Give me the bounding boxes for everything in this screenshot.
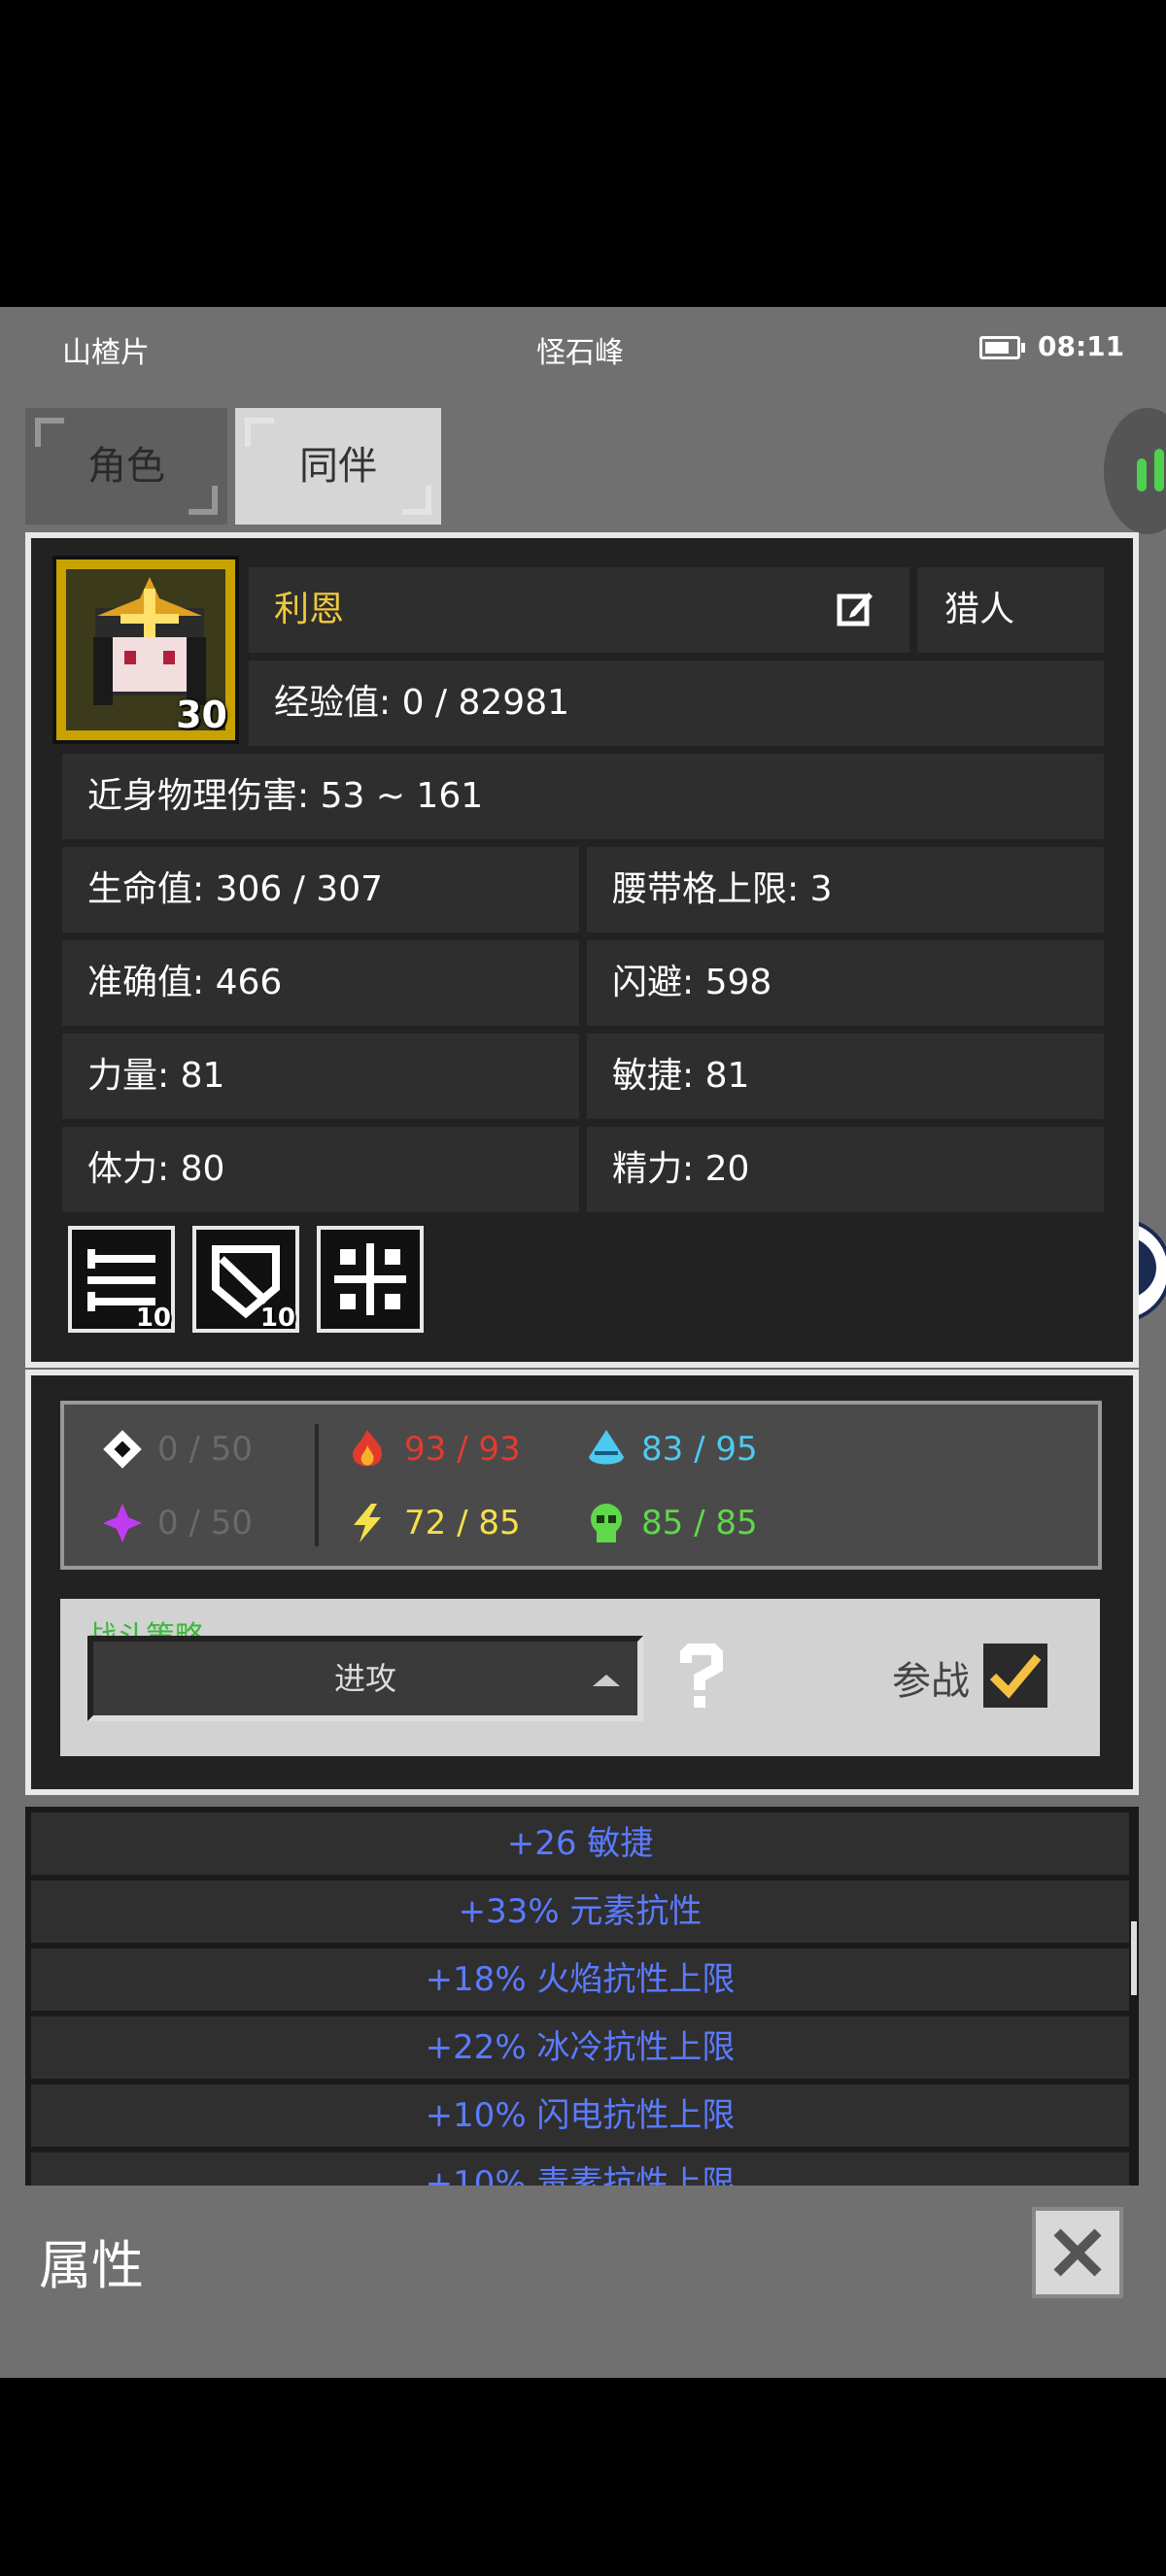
stat-hp-text: 生命值: 306 / 307 [87, 869, 384, 909]
lightning-resist-value: 72 / 85 [404, 1504, 521, 1542]
status-bar: 山楂片 怪石峰 08:11 [0, 307, 1166, 385]
strategy-selected-value: 进攻 [333, 1660, 396, 1697]
stat-strength: 力量: 81 [62, 1034, 579, 1119]
fire-resist-icon [353, 1430, 382, 1467]
skill-slot-1[interactable]: 10 [68, 1226, 175, 1333]
lightning-resist-icon [354, 1504, 381, 1542]
list-scrollbar[interactable] [1131, 1921, 1137, 1995]
close-icon [1053, 2228, 1102, 2277]
experience-text: 经验值: 0 / 82981 [274, 683, 570, 723]
list-item: +26 敏捷 [31, 1813, 1129, 1875]
list-item: +33% 元素抗性 [31, 1881, 1129, 1943]
stat-energy: 精力: 20 [587, 1127, 1104, 1212]
list-item: +18% 火焰抗性上限 [31, 1949, 1129, 2011]
stat-dodge: 闪避: 598 [587, 940, 1104, 1026]
join-battle-checkbox[interactable] [983, 1644, 1047, 1708]
skill-slot-3[interactable] [317, 1226, 424, 1333]
list-item: +22% 冰冷抗性上限 [31, 2017, 1129, 2079]
poison-resist-value: 85 / 85 [641, 1504, 758, 1542]
skill-1-level: 10 [135, 1304, 171, 1333]
stat-dodge-text: 闪避: 598 [612, 963, 772, 1002]
cold-resist-icon [589, 1430, 624, 1465]
stat-agility: 敏捷: 81 [587, 1034, 1104, 1119]
app-name: 山楂片 [62, 336, 150, 370]
stat-strength-text: 力量: 81 [87, 1056, 225, 1096]
arcane-resist-icon [103, 1504, 142, 1542]
list-item: +10% 毒素抗性上限 [31, 2152, 1129, 2186]
page-title: 属性 [39, 2235, 144, 2296]
join-battle-label: 参战 [892, 1659, 970, 1704]
companion-portrait[interactable]: 30 [52, 556, 239, 744]
bonus-list[interactable]: +26 敏捷 +33% 元素抗性 +18% 火焰抗性上限 +22% 冰冷抗性上限… [25, 1807, 1139, 2186]
damage-field: 近身物理伤害: 53 ~ 161 [62, 754, 1104, 839]
companion-level: 30 [176, 694, 227, 736]
clock: 08:11 [1038, 330, 1125, 362]
close-button[interactable] [1032, 2207, 1123, 2298]
edit-icon[interactable] [836, 589, 874, 627]
help-icon[interactable] [672, 1642, 731, 1712]
skill-2-level: 10 [259, 1304, 295, 1333]
companion-class-field: 猎人 [917, 567, 1104, 653]
checkmark-icon [989, 1654, 1042, 1699]
damage-text: 近身物理伤害: 53 ~ 161 [87, 776, 484, 816]
scatter-skill-icon [334, 1243, 406, 1315]
stat-stamina-text: 体力: 80 [87, 1149, 225, 1189]
experience-field: 经验值: 0 / 82981 [249, 661, 1104, 746]
poison-resist-icon [591, 1504, 622, 1542]
battle-strategy-box: 战斗策略 进攻 参战 [60, 1599, 1100, 1756]
list-item: +10% 闪电抗性上限 [31, 2085, 1129, 2147]
stat-belt-text: 腰带格上限: 3 [612, 869, 833, 909]
fire-resist-value: 93 / 93 [404, 1430, 521, 1469]
stat-stamina: 体力: 80 [62, 1127, 579, 1212]
voice-bars-icon [1137, 458, 1147, 491]
tab-companion-label: 同伴 [299, 444, 377, 489]
stat-agility-text: 敏捷: 81 [612, 1056, 750, 1096]
tab-character-label: 角色 [87, 444, 165, 489]
physical-resist-value: 0 / 50 [157, 1430, 253, 1469]
location-name: 怪石峰 [536, 336, 624, 370]
stat-hp: 生命值: 306 / 307 [62, 847, 579, 932]
stat-energy-text: 精力: 20 [612, 1149, 750, 1189]
cold-resist-value: 83 / 95 [641, 1430, 758, 1469]
strategy-select[interactable]: 进攻 [87, 1636, 643, 1721]
tab-companion[interactable]: 同伴 [235, 408, 441, 525]
stat-accuracy: 准确值: 466 [62, 940, 579, 1026]
skill-slot-2[interactable]: 10 [192, 1226, 299, 1333]
tab-character[interactable]: 角色 [25, 408, 227, 525]
arcane-resist-value: 0 / 50 [157, 1504, 253, 1542]
companion-name: 利恩 [274, 590, 345, 629]
companion-name-field[interactable]: 利恩 [249, 567, 909, 653]
physical-resist-icon [103, 1430, 142, 1469]
resistance-box: 0 / 50 0 / 50 93 / 93 72 / 85 83 / 95 85… [60, 1401, 1102, 1570]
battery-icon [979, 336, 1025, 359]
companion-class: 猎人 [944, 590, 1015, 629]
stat-accuracy-text: 准确值: 466 [87, 963, 283, 1002]
caret-up-icon [593, 1675, 620, 1686]
stat-belt: 腰带格上限: 3 [587, 847, 1104, 932]
